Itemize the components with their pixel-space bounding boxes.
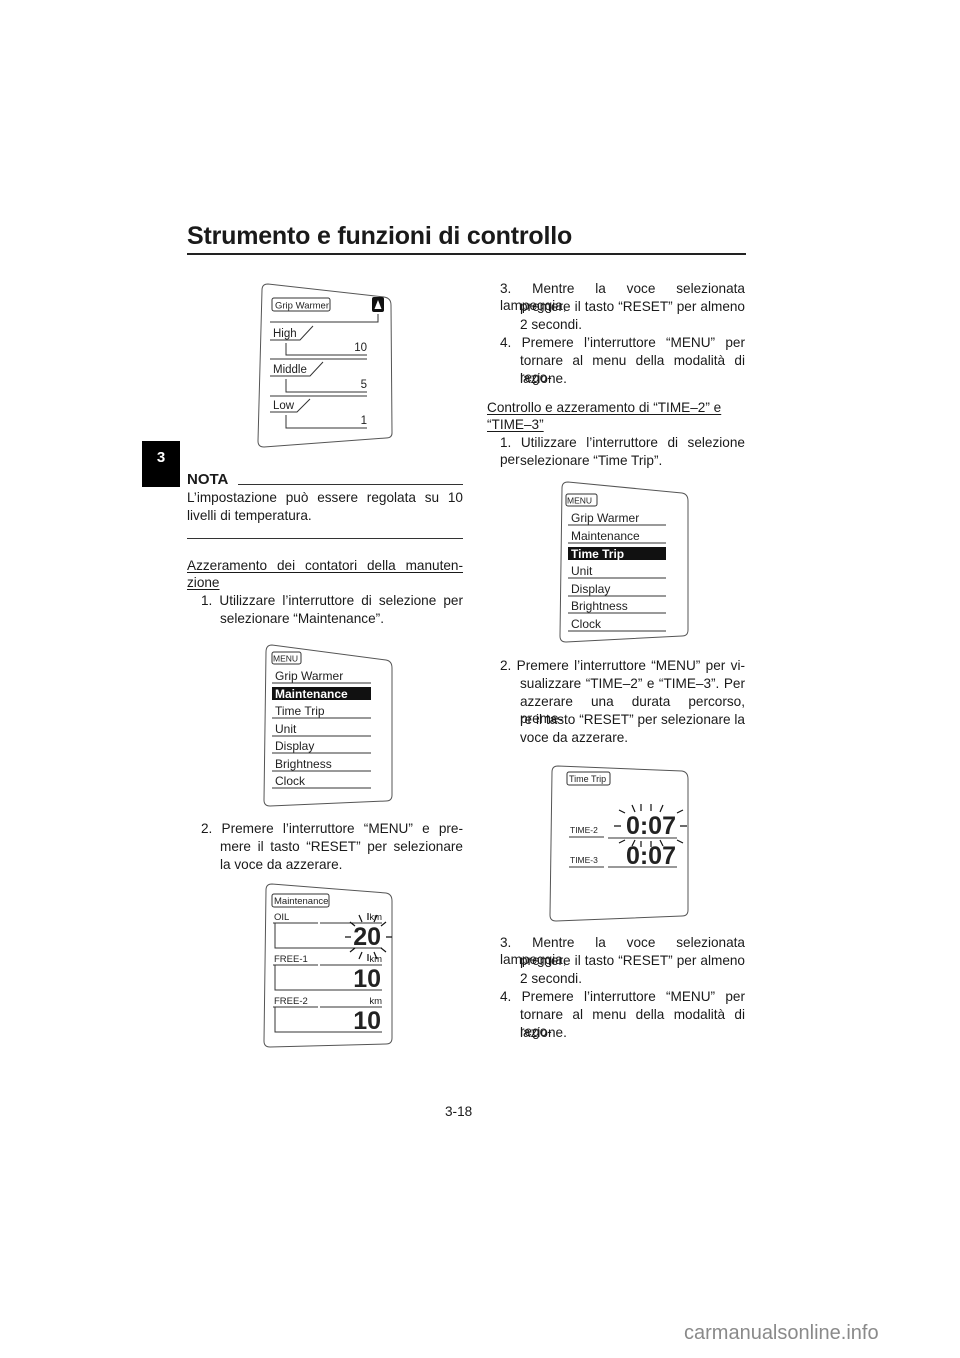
level-label: High	[273, 328, 297, 340]
level-label: Low	[273, 400, 295, 412]
menu-item: Unit	[571, 564, 593, 578]
menu-diagram-time-trip: MENU Grip Warmer Maintenance Time Trip U…	[559, 481, 689, 643]
nota-rule	[238, 484, 463, 485]
row-value: 10	[353, 1007, 381, 1035]
diagram-title: MENU	[273, 654, 298, 664]
step-text: 4. Premere l’interruttore “MENU” per	[500, 335, 745, 350]
step-text: lazione.	[520, 371, 567, 386]
menu-item: Grip Warmer	[571, 511, 639, 525]
menu-item-selected: Time Trip	[571, 547, 624, 561]
row-unit: km	[369, 954, 382, 965]
watermark: carmanualsonline.info	[684, 1322, 879, 1344]
section-heading: zione	[187, 575, 220, 590]
level-label: Middle	[273, 364, 307, 376]
menu-item: Time Trip	[275, 704, 325, 718]
row-value-blinking: 0:07	[626, 812, 676, 840]
nota-text: livelli di temperatura.	[187, 508, 312, 523]
row-value: 10	[353, 965, 381, 993]
row-unit: km	[369, 996, 382, 1007]
blink-rays	[614, 804, 687, 847]
diagram-title: Grip Warmer	[275, 301, 329, 312]
row-label: FREE-1	[274, 954, 308, 965]
row-label: OIL	[274, 912, 289, 923]
grip-warmer-diagram: Grip Warmer High 10 Middle 5 Low 1	[257, 283, 393, 448]
chapter-tab: 3	[142, 441, 180, 487]
menu-item: Maintenance	[571, 529, 640, 543]
step-text: voce da azzerare.	[520, 730, 629, 745]
diagram-title: MENU	[567, 496, 592, 506]
row-value-blinking: 20	[353, 923, 381, 951]
step-text: lazione.	[520, 1025, 567, 1040]
section-heading: Controllo e azzeramento di “TIME–2” e	[487, 400, 722, 415]
maintenance-diagram: Maintenance OIL km FREE-1 km FREE-2 km 2…	[263, 883, 393, 1048]
step-text: 2. Premere l’interruttore “MENU” per vi-	[500, 658, 745, 673]
step-text: re il tasto “RESET” per selezionare la	[520, 712, 745, 727]
row-label: FREE-2	[274, 996, 308, 1007]
step-text: sualizzare “TIME–2” e “TIME–3”. Per	[520, 676, 745, 691]
section-heading: Azzeramento dei contatori della manuten-	[187, 558, 463, 573]
step-text: selezionare “Time Trip”.	[520, 453, 663, 468]
step-text: 2 secondi.	[520, 971, 582, 986]
menu-item: Display	[571, 582, 610, 596]
menu-item: Clock	[571, 617, 602, 631]
step-text: mere il tasto “RESET” per selezionare	[220, 839, 463, 854]
page-title: Strumento e funzioni di controllo	[187, 222, 573, 250]
menu-item: Grip Warmer	[275, 669, 343, 683]
row-label: TIME-2	[570, 825, 598, 835]
up-arrow-icon	[372, 297, 384, 312]
diagram-title: Time Trip	[569, 774, 606, 784]
menu-item: Brightness	[275, 757, 332, 771]
nota-text: L’impostazione può essere regolata su 10	[187, 490, 463, 505]
section-heading: “TIME–3”	[487, 417, 544, 432]
step-text: selezionare “Maintenance”.	[220, 611, 384, 626]
diagram-title: Maintenance	[274, 896, 328, 907]
level-value: 5	[361, 379, 367, 391]
menu-item: Clock	[275, 774, 306, 788]
title-rule	[187, 253, 746, 255]
level-value: 10	[354, 342, 367, 354]
row-unit: km	[369, 912, 382, 923]
row-label: TIME-3	[570, 855, 598, 865]
selected-highlight	[272, 687, 371, 700]
page-number: 3-18	[445, 1104, 473, 1119]
level-value: 1	[361, 415, 367, 427]
selected-highlight	[568, 547, 666, 560]
menu-item: Brightness	[571, 599, 628, 613]
menu-item-selected: Maintenance	[275, 687, 348, 701]
nota-end-rule	[187, 538, 463, 539]
step-text: 2. Premere l’interruttore “MENU” e pre-	[201, 821, 463, 836]
nota-label: NOTA	[187, 471, 229, 488]
menu-item: Unit	[275, 722, 297, 736]
step-text: 4. Premere l’interruttore “MENU” per	[500, 989, 745, 1004]
step-text: la voce da azzerare.	[220, 857, 343, 872]
step-text: 1. Utilizzare l’interruttore di selezion…	[201, 593, 463, 608]
step-text: premere il tasto “RESET” per almeno	[520, 953, 745, 968]
row-value: 0:07	[626, 842, 676, 870]
time-trip-diagram: Time Trip TIME-2 TIME-3 0:07 0:07	[549, 765, 689, 922]
diagrams: Grip Warmer High 10 Middle 5 Low 1 MENU …	[257, 283, 689, 1048]
step-text: 2 secondi.	[520, 317, 582, 332]
step-text: premere il tasto “RESET” per almeno	[520, 299, 745, 314]
menu-item: Display	[275, 739, 314, 753]
blink-rays	[345, 913, 392, 961]
menu-diagram-maintenance: MENU Grip Warmer Maintenance Time Trip U…	[263, 644, 393, 807]
